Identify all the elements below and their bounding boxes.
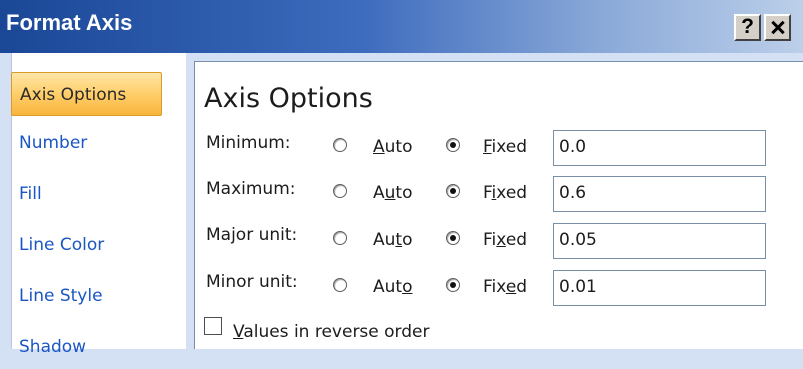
- minimum-fixed-radio[interactable]: [446, 138, 460, 152]
- maximum-fixed-radio[interactable]: [446, 184, 460, 198]
- help-button[interactable]: ?: [734, 14, 761, 41]
- sidebar-item-fill[interactable]: Fill: [11, 172, 162, 216]
- minimum-fixed-label[interactable]: Fixed: [483, 137, 527, 157]
- panel-title: Axis Options: [204, 83, 373, 114]
- minimum-auto-radio[interactable]: [333, 138, 347, 152]
- maximum-fixed-label[interactable]: Fixed: [483, 183, 527, 203]
- maximum-label: Maximum:: [206, 179, 296, 199]
- minor-unit-label: Minor unit:: [206, 272, 298, 292]
- reverse-order-label[interactable]: Values in reverse order: [233, 322, 429, 342]
- close-button[interactable]: [764, 14, 791, 41]
- minor-unit-auto-label[interactable]: Auto: [373, 277, 412, 297]
- reverse-order-checkbox[interactable]: [204, 317, 222, 335]
- major-unit-label: Major unit:: [206, 225, 298, 245]
- sidebar-item-axis-options[interactable]: Axis Options: [11, 72, 162, 116]
- maximum-auto-label[interactable]: Auto: [373, 183, 413, 203]
- major-unit-fixed-label[interactable]: Fixed: [483, 230, 527, 250]
- minimum-auto-label[interactable]: Auto: [373, 137, 412, 157]
- minor-unit-fixed-radio[interactable]: [446, 278, 460, 292]
- major-unit-fixed-radio[interactable]: [446, 231, 460, 245]
- maximum-value-input[interactable]: 0.6: [553, 176, 766, 212]
- major-unit-value-input[interactable]: 0.05: [553, 223, 766, 259]
- major-unit-auto-radio[interactable]: [333, 231, 347, 245]
- minimum-value-input[interactable]: 0.0: [553, 130, 766, 166]
- window-title: Format Axis: [6, 10, 133, 35]
- minimum-label: Minimum:: [206, 133, 291, 153]
- major-unit-auto-label[interactable]: Auto: [373, 230, 412, 250]
- minor-unit-value-input[interactable]: 0.01: [553, 270, 766, 306]
- sidebar-item-line-color[interactable]: Line Color: [11, 223, 162, 267]
- sidebar-item-line-style[interactable]: Line Style: [11, 274, 162, 318]
- minor-unit-auto-radio[interactable]: [333, 278, 347, 292]
- title-bar: Format Axis ?: [0, 0, 803, 53]
- maximum-auto-radio[interactable]: [333, 184, 347, 198]
- sidebar-item-number[interactable]: Number: [11, 121, 162, 165]
- sidebar-item-shadow[interactable]: Shadow: [11, 325, 162, 369]
- minor-unit-fixed-label[interactable]: Fixed: [483, 277, 527, 297]
